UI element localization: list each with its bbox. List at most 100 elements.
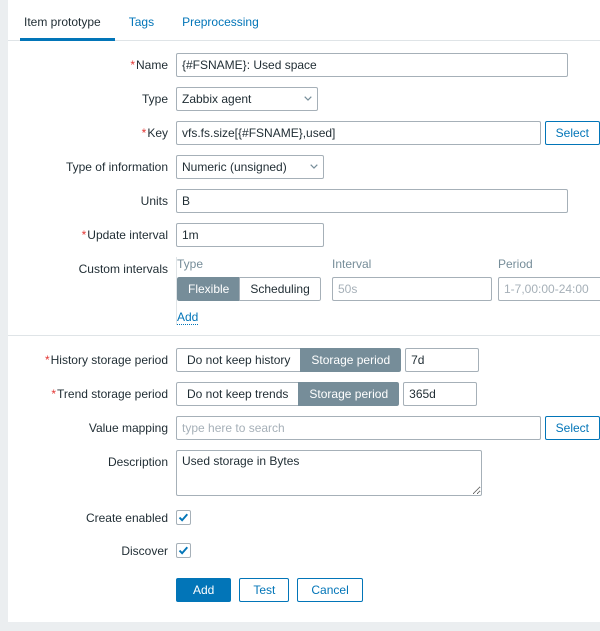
field-description: Used storage in Bytes xyxy=(176,450,600,496)
item-prototype-form-card: Item prototype Tags Preprocessing *Name … xyxy=(8,0,600,622)
tab-item-prototype[interactable]: Item prototype xyxy=(20,16,115,40)
tab-tags[interactable]: Tags xyxy=(115,16,168,40)
field-create-enabled xyxy=(176,506,600,525)
tab-item-prototype-label: Item prototype xyxy=(24,15,101,29)
key-select-button[interactable]: Select xyxy=(545,121,600,145)
custom-intervals-header: Type Interval Period xyxy=(177,257,600,271)
history-storage-period-toggle: Do not keep history Storage period xyxy=(176,348,401,372)
value-mapping-input[interactable] xyxy=(176,416,541,440)
item-prototype-form: *Name Type Zabbix agent xyxy=(8,41,600,602)
label-units-text: Units xyxy=(141,194,168,208)
required-marker: * xyxy=(82,228,87,242)
required-marker: * xyxy=(130,58,135,72)
field-trend-storage-period: Do not keep trends Storage period xyxy=(176,382,600,406)
type-select-wrapper: Zabbix agent xyxy=(176,87,318,111)
field-type: Zabbix agent xyxy=(176,87,600,111)
required-marker: * xyxy=(45,353,50,367)
tab-preprocessing-label: Preprocessing xyxy=(182,15,259,29)
required-marker: * xyxy=(142,126,147,140)
field-history-storage-period: Do not keep history Storage period xyxy=(176,348,600,372)
label-value-mapping-text: Value mapping xyxy=(89,421,168,435)
label-update-interval: *Update interval xyxy=(8,223,176,247)
label-custom-intervals-text: Custom intervals xyxy=(79,262,168,276)
row-custom-intervals: Custom intervals Type Interval Period Fl… xyxy=(8,257,600,325)
history-storage-period-option[interactable]: Storage period xyxy=(300,348,401,372)
required-marker: * xyxy=(51,387,56,401)
label-name: *Name xyxy=(8,53,176,77)
units-input[interactable] xyxy=(176,189,568,213)
row-description: Description Used storage in Bytes xyxy=(8,450,600,496)
field-update-interval xyxy=(176,223,600,247)
custom-intervals-add-link[interactable]: Add xyxy=(177,310,198,325)
test-button[interactable]: Test xyxy=(239,578,289,602)
trend-do-not-keep-option[interactable]: Do not keep trends xyxy=(176,382,298,406)
create-enabled-checkbox[interactable] xyxy=(176,510,191,525)
row-key: *Key Select xyxy=(8,121,600,145)
custom-interval-period-input[interactable] xyxy=(498,277,600,301)
label-custom-intervals: Custom intervals xyxy=(8,257,176,280)
label-history-storage-period: *History storage period xyxy=(8,348,176,372)
row-type-of-information: Type of information Numeric (unsigned) xyxy=(8,155,600,179)
update-interval-input[interactable] xyxy=(176,223,324,247)
history-do-not-keep-option[interactable]: Do not keep history xyxy=(176,348,300,372)
trend-storage-period-toggle: Do not keep trends Storage period xyxy=(176,382,399,406)
custom-interval-interval-cell xyxy=(332,277,498,301)
custom-interval-period-cell xyxy=(498,277,600,301)
label-key-text: Key xyxy=(147,126,168,140)
row-discover: Discover xyxy=(8,539,600,563)
field-discover xyxy=(176,539,600,558)
label-type-text: Type xyxy=(142,92,168,106)
tab-preprocessing[interactable]: Preprocessing xyxy=(168,16,273,40)
row-value-mapping: Value mapping Select xyxy=(8,416,600,440)
key-input[interactable] xyxy=(176,121,541,145)
label-create-enabled-text: Create enabled xyxy=(86,511,168,525)
field-key: Select xyxy=(176,121,600,145)
tab-tags-label: Tags xyxy=(129,15,154,29)
row-trend-storage-period: *Trend storage period Do not keep trends… xyxy=(8,382,600,406)
column-header-type: Type xyxy=(177,257,332,271)
label-discover-text: Discover xyxy=(121,544,168,558)
type-of-information-select[interactable]: Numeric (unsigned) xyxy=(176,155,324,179)
section-divider xyxy=(8,335,600,336)
row-create-enabled: Create enabled xyxy=(8,506,600,530)
check-icon xyxy=(178,545,189,556)
value-mapping-select-button[interactable]: Select xyxy=(545,416,600,440)
custom-interval-type-toggle: Flexible Scheduling xyxy=(177,277,321,301)
label-trend-storage-period: *Trend storage period xyxy=(8,382,176,406)
label-key: *Key xyxy=(8,121,176,145)
label-type-of-information: Type of information xyxy=(8,155,176,179)
field-value-mapping: Select xyxy=(176,416,600,440)
cancel-button[interactable]: Cancel xyxy=(297,578,362,602)
custom-interval-interval-input[interactable] xyxy=(332,277,492,301)
row-actions: Add Test Cancel xyxy=(8,572,600,602)
row-name: *Name xyxy=(8,53,600,77)
custom-intervals-row: Flexible Scheduling xyxy=(177,277,600,301)
label-name-text: Name xyxy=(136,58,168,72)
row-units: Units xyxy=(8,189,600,213)
custom-interval-type-cell: Flexible Scheduling xyxy=(177,277,332,301)
type-of-information-select-wrapper: Numeric (unsigned) xyxy=(176,155,324,179)
label-type-of-information-text: Type of information xyxy=(66,160,168,174)
field-actions: Add Test Cancel xyxy=(176,572,600,602)
row-update-interval: *Update interval xyxy=(8,223,600,247)
add-button[interactable]: Add xyxy=(176,578,231,602)
field-type-of-information: Numeric (unsigned) xyxy=(176,155,600,179)
field-name xyxy=(176,53,600,77)
description-textarea[interactable]: Used storage in Bytes xyxy=(176,450,482,496)
label-update-interval-text: Update interval xyxy=(87,228,168,242)
check-icon xyxy=(178,512,189,523)
form-action-buttons: Add Test Cancel xyxy=(176,578,363,602)
discover-checkbox[interactable] xyxy=(176,543,191,558)
label-create-enabled: Create enabled xyxy=(8,506,176,530)
custom-intervals-table: Type Interval Period Flexible Scheduling xyxy=(177,257,600,325)
trend-storage-period-input[interactable] xyxy=(403,382,477,406)
custom-interval-type-scheduling[interactable]: Scheduling xyxy=(239,277,320,301)
label-description: Description xyxy=(8,450,176,473)
name-input[interactable] xyxy=(176,53,568,77)
type-select[interactable]: Zabbix agent xyxy=(176,87,318,111)
label-history-storage-period-text: History storage period xyxy=(51,353,168,367)
custom-interval-type-flexible[interactable]: Flexible xyxy=(177,277,239,301)
label-value-mapping: Value mapping xyxy=(8,416,176,440)
trend-storage-period-option[interactable]: Storage period xyxy=(298,382,399,406)
history-storage-period-input[interactable] xyxy=(405,348,479,372)
